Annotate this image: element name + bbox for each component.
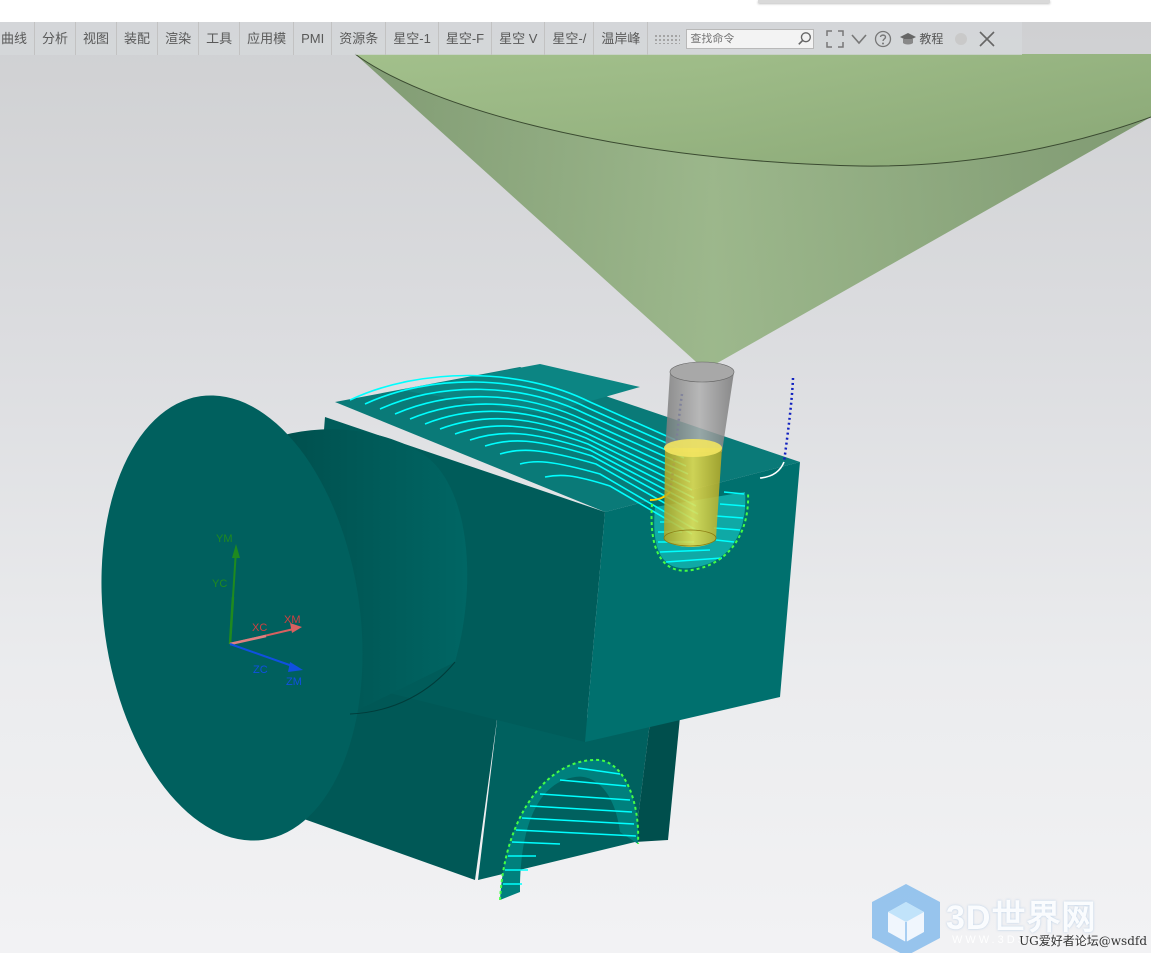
toolbar-grip-handle[interactable]	[654, 33, 681, 44]
tool-tip-top	[664, 439, 722, 457]
menu-item-pmi[interactable]: PMI	[294, 22, 333, 55]
forum-credit: UG爱好者论坛@wsdfd	[1019, 934, 1147, 948]
popup-edge	[758, 0, 1050, 3]
menu-item-analysis[interactable]: 分析	[35, 22, 77, 55]
csys-label-zc: ZC	[253, 664, 268, 676]
menu-item-render[interactable]: 渲染	[158, 22, 200, 55]
menu-item-assembly[interactable]: 装配	[117, 22, 159, 55]
command-search-input[interactable]	[687, 32, 798, 45]
menu-item-wenan[interactable]: 温岸峰	[594, 22, 649, 55]
window-top-strip	[0, 0, 1151, 22]
status-dot-icon	[955, 32, 968, 45]
menu-item-tools[interactable]: 工具	[199, 22, 241, 55]
close-icon[interactable]	[977, 29, 997, 49]
menu-item-star-2[interactable]: 星空-F	[439, 22, 493, 55]
menu-item-resource[interactable]: 资源条	[332, 22, 387, 55]
csys-label-xc: XC	[252, 622, 268, 634]
approach-line-right	[782, 377, 795, 463]
tutorial-button[interactable]: 教程	[900, 30, 943, 47]
search-icon[interactable]	[797, 30, 813, 48]
csys-label-zm: ZM	[286, 676, 302, 688]
menu-item-star-3[interactable]: 星空 V	[492, 22, 546, 55]
menu-item-star-1[interactable]: 星空-1	[386, 22, 439, 55]
csys-label-yc: YC	[212, 578, 228, 590]
graduation-cap-icon	[900, 32, 917, 44]
tool-shank-top	[669, 361, 735, 383]
graphics-viewport[interactable]: YM YC XC XM ZC ZM 3D世界网 WWW.3DSJW.COM UG…	[0, 22, 1151, 953]
cube-logo-icon	[872, 884, 940, 953]
help-icon[interactable]	[874, 30, 892, 48]
fullscreen-icon[interactable]	[826, 29, 845, 48]
menu-item-view[interactable]: 视图	[76, 22, 118, 55]
menu-item-star-4[interactable]: 星空-/	[545, 22, 595, 55]
ribbon-menubar: 曲线 分析 视图 装配 渲染 工具 应用模 PMI 资源条 星空-1 星空-F …	[0, 22, 1022, 55]
command-search-box[interactable]	[686, 28, 815, 49]
chevron-down-icon[interactable]	[850, 30, 868, 48]
tutorial-label: 教程	[919, 32, 944, 46]
menu-item-curve[interactable]: 曲线	[0, 22, 36, 55]
model-scene[interactable]	[0, 22, 1151, 953]
csys-label-xm: XM	[284, 614, 301, 626]
menu-item-application[interactable]: 应用模	[240, 22, 295, 55]
csys-label-ym: YM	[216, 533, 233, 545]
